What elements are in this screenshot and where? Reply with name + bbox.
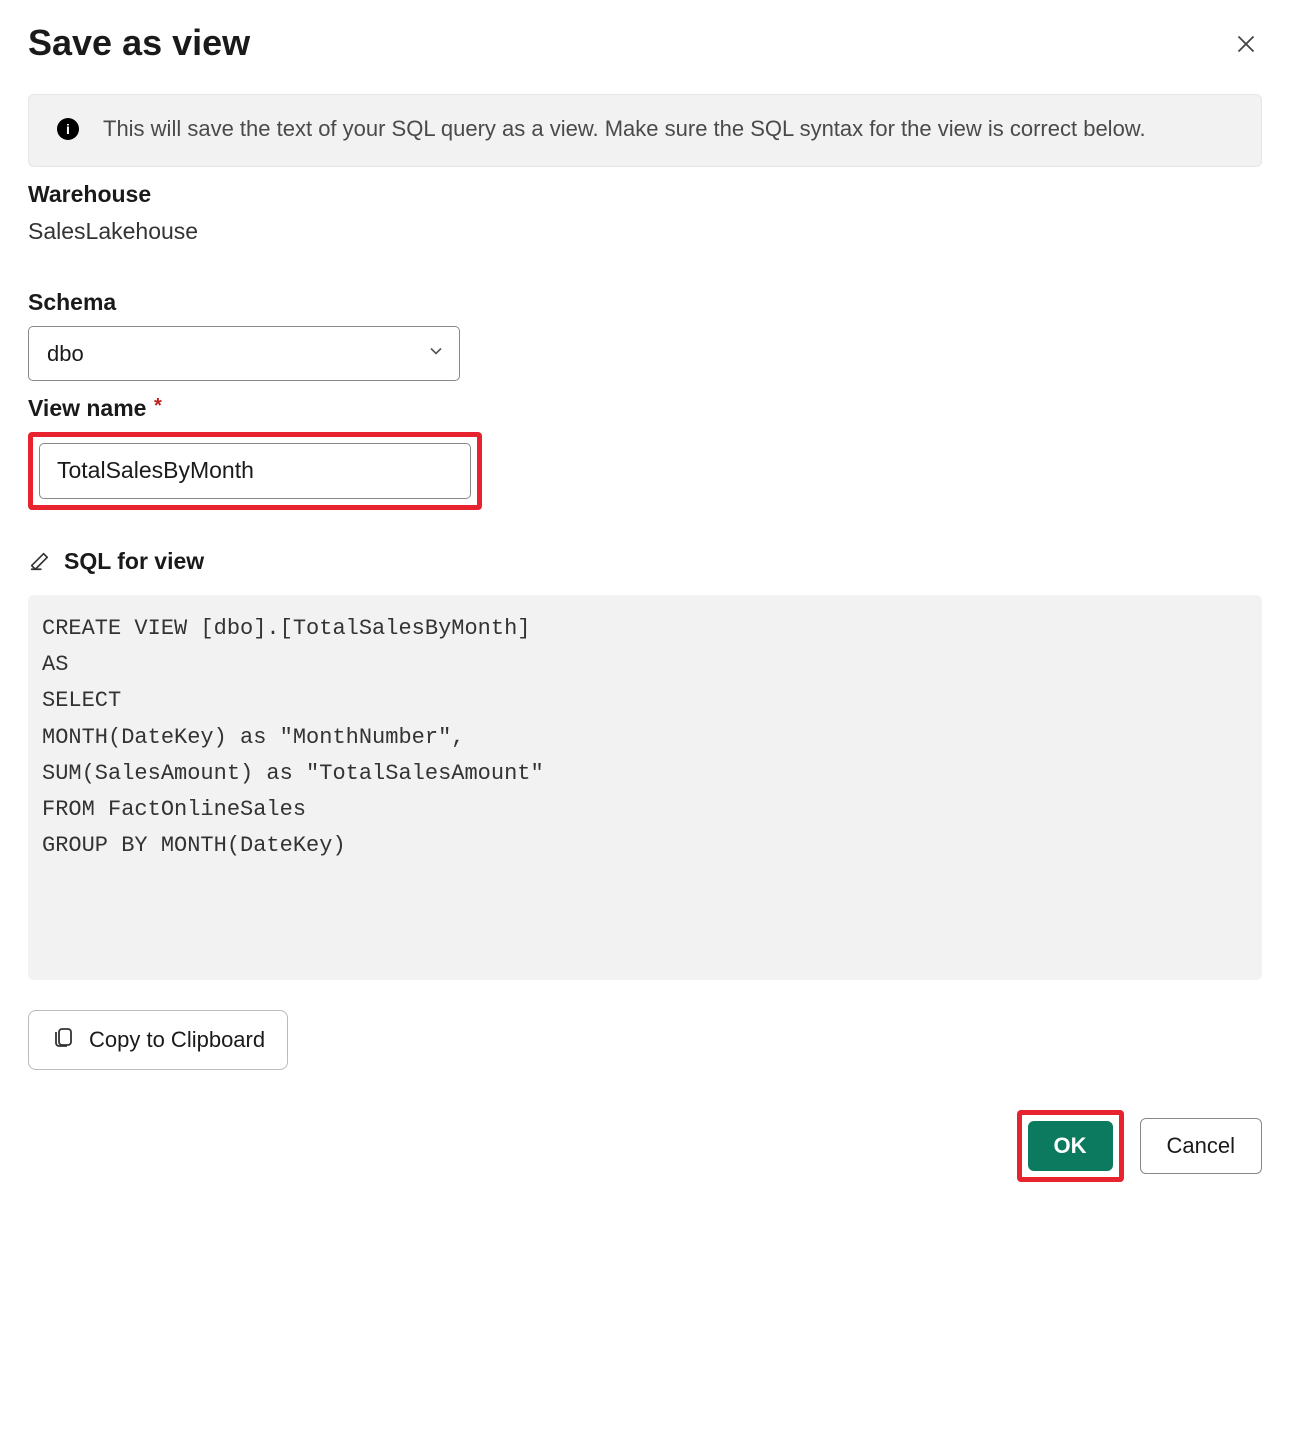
dialog-title: Save as view	[28, 22, 250, 64]
warehouse-label: Warehouse	[28, 181, 1262, 208]
ok-button-highlight: OK	[1017, 1110, 1124, 1182]
copy-icon	[51, 1025, 75, 1055]
view-name-highlight	[28, 432, 482, 510]
warehouse-value: SalesLakehouse	[28, 218, 1262, 245]
close-button[interactable]	[1230, 28, 1262, 63]
info-text: This will save the text of your SQL quer…	[103, 114, 1146, 144]
schema-select[interactable]: dbo	[28, 326, 460, 381]
copy-to-clipboard-button[interactable]: Copy to Clipboard	[28, 1010, 288, 1070]
sql-section-label: SQL for view	[64, 548, 204, 575]
copy-button-label: Copy to Clipboard	[89, 1027, 265, 1053]
ok-button[interactable]: OK	[1028, 1121, 1113, 1171]
view-name-input[interactable]	[39, 443, 471, 499]
cancel-button[interactable]: Cancel	[1140, 1118, 1262, 1174]
view-name-label: View name *	[28, 395, 1262, 422]
sql-code-box[interactable]: CREATE VIEW [dbo].[TotalSalesByMonth] AS…	[28, 595, 1262, 980]
schema-label: Schema	[28, 289, 1262, 316]
close-icon	[1236, 42, 1256, 57]
info-banner: i This will save the text of your SQL qu…	[28, 94, 1262, 167]
clear-format-icon	[28, 550, 50, 572]
info-icon: i	[57, 118, 79, 140]
required-indicator: *	[148, 395, 161, 417]
